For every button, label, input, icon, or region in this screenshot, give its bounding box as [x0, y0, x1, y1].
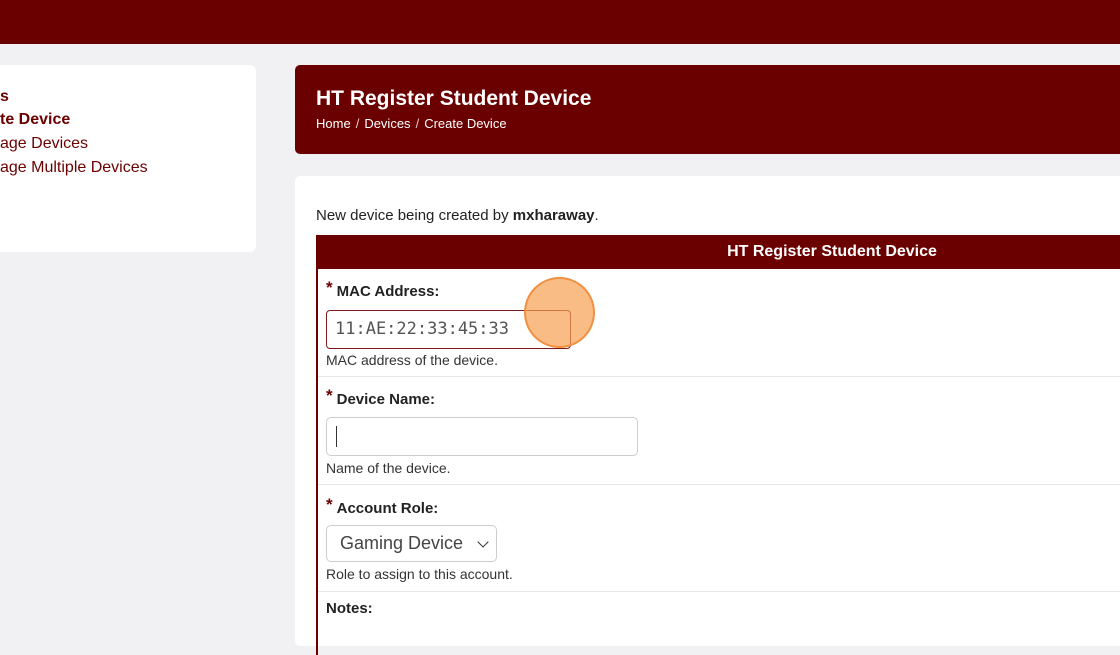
- notes-label: Notes:: [326, 600, 373, 617]
- account-role-label: * Account Role:: [326, 495, 439, 517]
- mac-address-help: MAC address of the device.: [326, 352, 498, 368]
- form-table-header: HT Register Student Device: [318, 235, 1120, 269]
- sidebar-item-create-device[interactable]: te Device: [0, 109, 70, 131]
- text-caret: [336, 426, 337, 447]
- required-marker: *: [326, 495, 333, 514]
- create-device-form-card: New device being created by mxharaway. H…: [295, 176, 1120, 655]
- page-header: HT Register Student Device Home / Devices /…: [295, 65, 1120, 154]
- device-name-help: Name of the device.: [326, 460, 451, 476]
- breadcrumb-current: Create Device: [424, 116, 507, 131]
- device-form-table: HT Register Student Device * MAC Address:…: [316, 235, 1120, 655]
- breadcrumb: Home / Devices / Create Device: [316, 116, 507, 131]
- device-name-row: * Device Name: Name of the device.: [318, 377, 1120, 485]
- top-navbar: [0, 0, 1120, 44]
- creator-username: mxharaway: [512, 207, 595, 224]
- account-role-help: Role to assign to this account.: [326, 566, 513, 582]
- page-title: HT Register Student Device: [316, 87, 592, 110]
- account-role-row: * Account Role: Gaming Device Role to ass…: [318, 485, 1120, 592]
- notes-row: Notes:: [318, 592, 1120, 652]
- mac-address-row: * MAC Address: 11:AE:22:33:45:33 MAC addr…: [318, 269, 1120, 377]
- intro-text: New device being created by mxharaway.: [316, 207, 599, 224]
- mac-address-label: * MAC Address:: [326, 278, 440, 300]
- sidebar-item-manage-devices[interactable]: age Devices: [0, 133, 88, 155]
- click-indicator: [524, 277, 595, 348]
- required-marker: *: [326, 278, 333, 297]
- chevron-down-icon: [477, 536, 489, 548]
- breadcrumb-home[interactable]: Home: [316, 116, 351, 131]
- sidebar-item-manage-multiple-devices[interactable]: age Multiple Devices: [0, 157, 148, 179]
- sidebar-item-devices[interactable]: s: [0, 86, 9, 108]
- account-role-select[interactable]: Gaming Device: [326, 525, 497, 562]
- device-name-label: * Device Name:: [326, 386, 436, 408]
- breadcrumb-devices[interactable]: Devices: [364, 116, 410, 131]
- device-name-input[interactable]: [326, 417, 638, 456]
- required-marker: *: [326, 386, 333, 405]
